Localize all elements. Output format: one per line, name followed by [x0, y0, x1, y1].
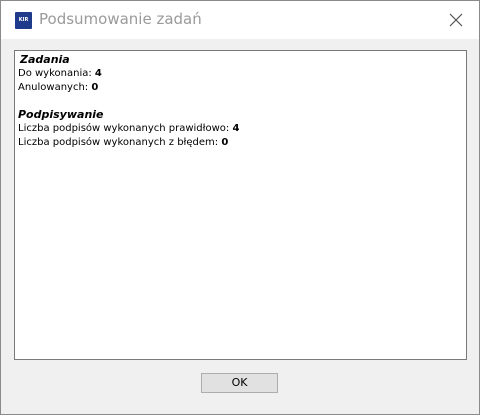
signed-ok-row: Liczba podpisów wykonanych prawidłowo: 4 [18, 123, 239, 134]
to-do-value: 4 [94, 68, 102, 79]
cancelled-label: Anulowanych: [18, 82, 89, 93]
tasks-heading: Zadania [20, 53, 70, 66]
summary-panel: Zadania Do wykonania: 4 Anulowanych: 0 P… [14, 50, 467, 360]
ok-button[interactable]: OK [201, 373, 278, 393]
close-button[interactable] [433, 1, 479, 39]
signed-error-label: Liczba podpisów wykonanych z błędem: [18, 137, 219, 148]
title-bar[interactable]: KIR Podsumowanie zadań [1, 1, 479, 39]
signed-error-row: Liczba podpisów wykonanych z błędem: 0 [18, 137, 228, 148]
signed-ok-label: Liczba podpisów wykonanych prawidłowo: [18, 123, 230, 134]
cancelled-row: Anulowanych: 0 [18, 82, 98, 93]
cancelled-value: 0 [91, 82, 99, 93]
signing-heading: Podpisywanie [18, 108, 104, 121]
dialog-window: KIR Podsumowanie zadań Zadania Do wykona… [0, 0, 480, 415]
signed-ok-value: 4 [232, 123, 240, 134]
to-do-label: Do wykonania: [18, 68, 92, 79]
close-icon [449, 13, 463, 27]
window-title: Podsumowanie zadań [39, 10, 202, 28]
signed-error-value: 0 [221, 137, 229, 148]
app-logo-icon: KIR [15, 12, 32, 29]
to-do-row: Do wykonania: 4 [18, 68, 102, 79]
